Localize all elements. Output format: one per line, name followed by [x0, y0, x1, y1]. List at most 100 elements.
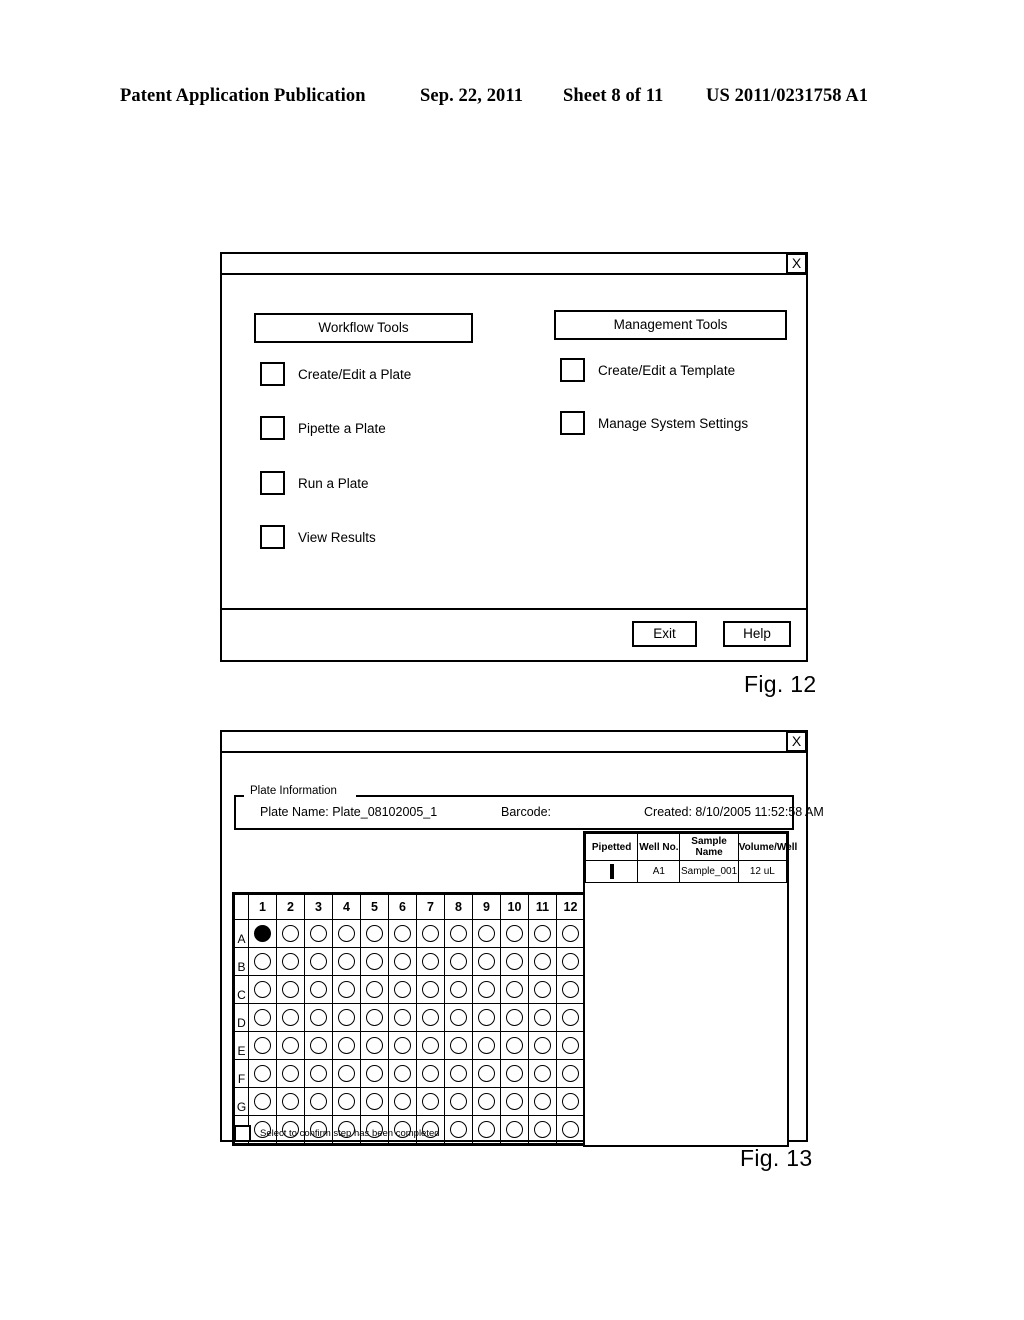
plate-well-A3[interactable] [304, 919, 333, 948]
plate-well-C3[interactable] [304, 975, 333, 1004]
confirm-step-row[interactable]: Select to confirm step has been complete… [234, 1125, 440, 1142]
checkbox-pipette-plate[interactable] [260, 416, 285, 440]
plate-well-C6[interactable] [388, 975, 417, 1004]
plate-well-E2[interactable] [276, 1031, 305, 1060]
plate-well-C8[interactable] [444, 975, 473, 1004]
plate-well-G5[interactable] [360, 1087, 389, 1116]
plate-well-E7[interactable] [416, 1031, 445, 1060]
plate-well-D1[interactable] [248, 1003, 277, 1032]
workflow-item-view-results[interactable]: View Results [260, 525, 376, 549]
plate-well-B2[interactable] [276, 947, 305, 976]
checkbox-run-plate[interactable] [260, 471, 285, 495]
plate-well-C9[interactable] [472, 975, 501, 1004]
workflow-item-run-plate[interactable]: Run a Plate [260, 471, 369, 495]
checkbox-pipetted[interactable] [609, 864, 614, 879]
plate-well-E11[interactable] [528, 1031, 557, 1060]
plate-well-A12[interactable] [556, 919, 585, 948]
plate-well-G9[interactable] [472, 1087, 501, 1116]
plate-well-F12[interactable] [556, 1059, 585, 1088]
plate-well-A10[interactable] [500, 919, 529, 948]
plate-well-C10[interactable] [500, 975, 529, 1004]
plate-well-B8[interactable] [444, 947, 473, 976]
plate-well-A6[interactable] [388, 919, 417, 948]
close-icon[interactable]: X [786, 253, 807, 274]
plate-well-D7[interactable] [416, 1003, 445, 1032]
plate-well-A8[interactable] [444, 919, 473, 948]
help-button[interactable]: Help [723, 621, 791, 647]
plate-well-C12[interactable] [556, 975, 585, 1004]
cell-pipetted[interactable] [584, 860, 639, 883]
well-plate-grid[interactable]: 123456789101112ABCDEFGH [232, 892, 587, 1146]
plate-well-B3[interactable] [304, 947, 333, 976]
plate-well-D11[interactable] [528, 1003, 557, 1032]
plate-well-E1[interactable] [248, 1031, 277, 1060]
plate-well-D10[interactable] [500, 1003, 529, 1032]
plate-well-F7[interactable] [416, 1059, 445, 1088]
plate-well-H10[interactable] [500, 1115, 529, 1144]
plate-well-E3[interactable] [304, 1031, 333, 1060]
exit-button[interactable]: Exit [632, 621, 697, 647]
checkbox-create-edit-template[interactable] [560, 358, 585, 382]
management-item-manage-system-settings[interactable]: Manage System Settings [560, 411, 748, 435]
plate-well-C5[interactable] [360, 975, 389, 1004]
plate-well-D12[interactable] [556, 1003, 585, 1032]
plate-well-F4[interactable] [332, 1059, 361, 1088]
plate-well-B1[interactable] [248, 947, 277, 976]
plate-well-G7[interactable] [416, 1087, 445, 1116]
plate-well-B12[interactable] [556, 947, 585, 976]
plate-well-B4[interactable] [332, 947, 361, 976]
plate-well-B6[interactable] [388, 947, 417, 976]
plate-well-B10[interactable] [500, 947, 529, 976]
plate-well-D2[interactable] [276, 1003, 305, 1032]
workflow-item-create-edit-plate[interactable]: Create/Edit a Plate [260, 362, 411, 386]
plate-well-B7[interactable] [416, 947, 445, 976]
plate-well-A9[interactable] [472, 919, 501, 948]
plate-well-D4[interactable] [332, 1003, 361, 1032]
plate-well-G6[interactable] [388, 1087, 417, 1116]
plate-well-C4[interactable] [332, 975, 361, 1004]
plate-well-D5[interactable] [360, 1003, 389, 1032]
plate-well-E4[interactable] [332, 1031, 361, 1060]
plate-well-G12[interactable] [556, 1087, 585, 1116]
plate-well-B11[interactable] [528, 947, 557, 976]
plate-well-C11[interactable] [528, 975, 557, 1004]
plate-well-D6[interactable] [388, 1003, 417, 1032]
plate-well-D3[interactable] [304, 1003, 333, 1032]
plate-well-C7[interactable] [416, 975, 445, 1004]
plate-well-H8[interactable] [444, 1115, 473, 1144]
plate-well-G11[interactable] [528, 1087, 557, 1116]
plate-well-B9[interactable] [472, 947, 501, 976]
plate-well-F1[interactable] [248, 1059, 277, 1088]
plate-well-H9[interactable] [472, 1115, 501, 1144]
plate-well-E12[interactable] [556, 1031, 585, 1060]
checkbox-create-edit-plate[interactable] [260, 362, 285, 386]
plate-well-G10[interactable] [500, 1087, 529, 1116]
plate-well-F2[interactable] [276, 1059, 305, 1088]
plate-well-H11[interactable] [528, 1115, 557, 1144]
plate-well-G4[interactable] [332, 1087, 361, 1116]
plate-well-G8[interactable] [444, 1087, 473, 1116]
plate-well-C2[interactable] [276, 975, 305, 1004]
plate-well-F3[interactable] [304, 1059, 333, 1088]
plate-well-D9[interactable] [472, 1003, 501, 1032]
checkbox-confirm-step[interactable] [234, 1125, 251, 1142]
plate-well-F8[interactable] [444, 1059, 473, 1088]
plate-well-G1[interactable] [248, 1087, 277, 1116]
plate-well-D8[interactable] [444, 1003, 473, 1032]
plate-well-G3[interactable] [304, 1087, 333, 1116]
plate-well-A2[interactable] [276, 919, 305, 948]
plate-well-E6[interactable] [388, 1031, 417, 1060]
plate-well-A7[interactable] [416, 919, 445, 948]
plate-well-A5[interactable] [360, 919, 389, 948]
plate-well-F11[interactable] [528, 1059, 557, 1088]
plate-well-H12[interactable] [556, 1115, 585, 1144]
plate-well-G2[interactable] [276, 1087, 305, 1116]
workflow-item-pipette-plate[interactable]: Pipette a Plate [260, 416, 386, 440]
table-row[interactable]: A1 Sample_001 12 uL [584, 860, 788, 883]
plate-well-F10[interactable] [500, 1059, 529, 1088]
plate-well-C1[interactable] [248, 975, 277, 1004]
plate-well-E9[interactable] [472, 1031, 501, 1060]
checkbox-view-results[interactable] [260, 525, 285, 549]
management-item-create-edit-template[interactable]: Create/Edit a Template [560, 358, 735, 382]
plate-well-E8[interactable] [444, 1031, 473, 1060]
